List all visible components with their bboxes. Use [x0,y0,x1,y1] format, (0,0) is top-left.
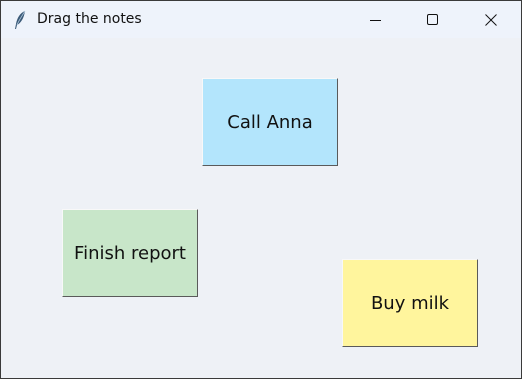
note-label: Buy milk [370,292,450,314]
maximize-button[interactable] [410,1,456,38]
note-label: Call Anna [227,111,313,133]
minimize-button[interactable] [353,1,399,38]
notes-canvas: Call Anna Finish report Buy milk [1,38,521,378]
note-call-anna[interactable]: Call Anna [202,78,338,166]
window-title: Drag the notes [37,11,142,27]
app-window: Drag the notes Call Anna Finish report B… [0,0,522,379]
note-finish-report[interactable]: Finish report [62,209,198,297]
maximize-icon [427,13,439,26]
feather-icon [12,10,28,30]
close-button[interactable] [468,1,514,38]
minimize-icon [370,14,382,26]
note-label: Finish report [74,242,186,264]
close-icon [485,13,497,26]
note-buy-milk[interactable]: Buy milk [342,259,478,347]
title-bar[interactable]: Drag the notes [1,1,521,38]
